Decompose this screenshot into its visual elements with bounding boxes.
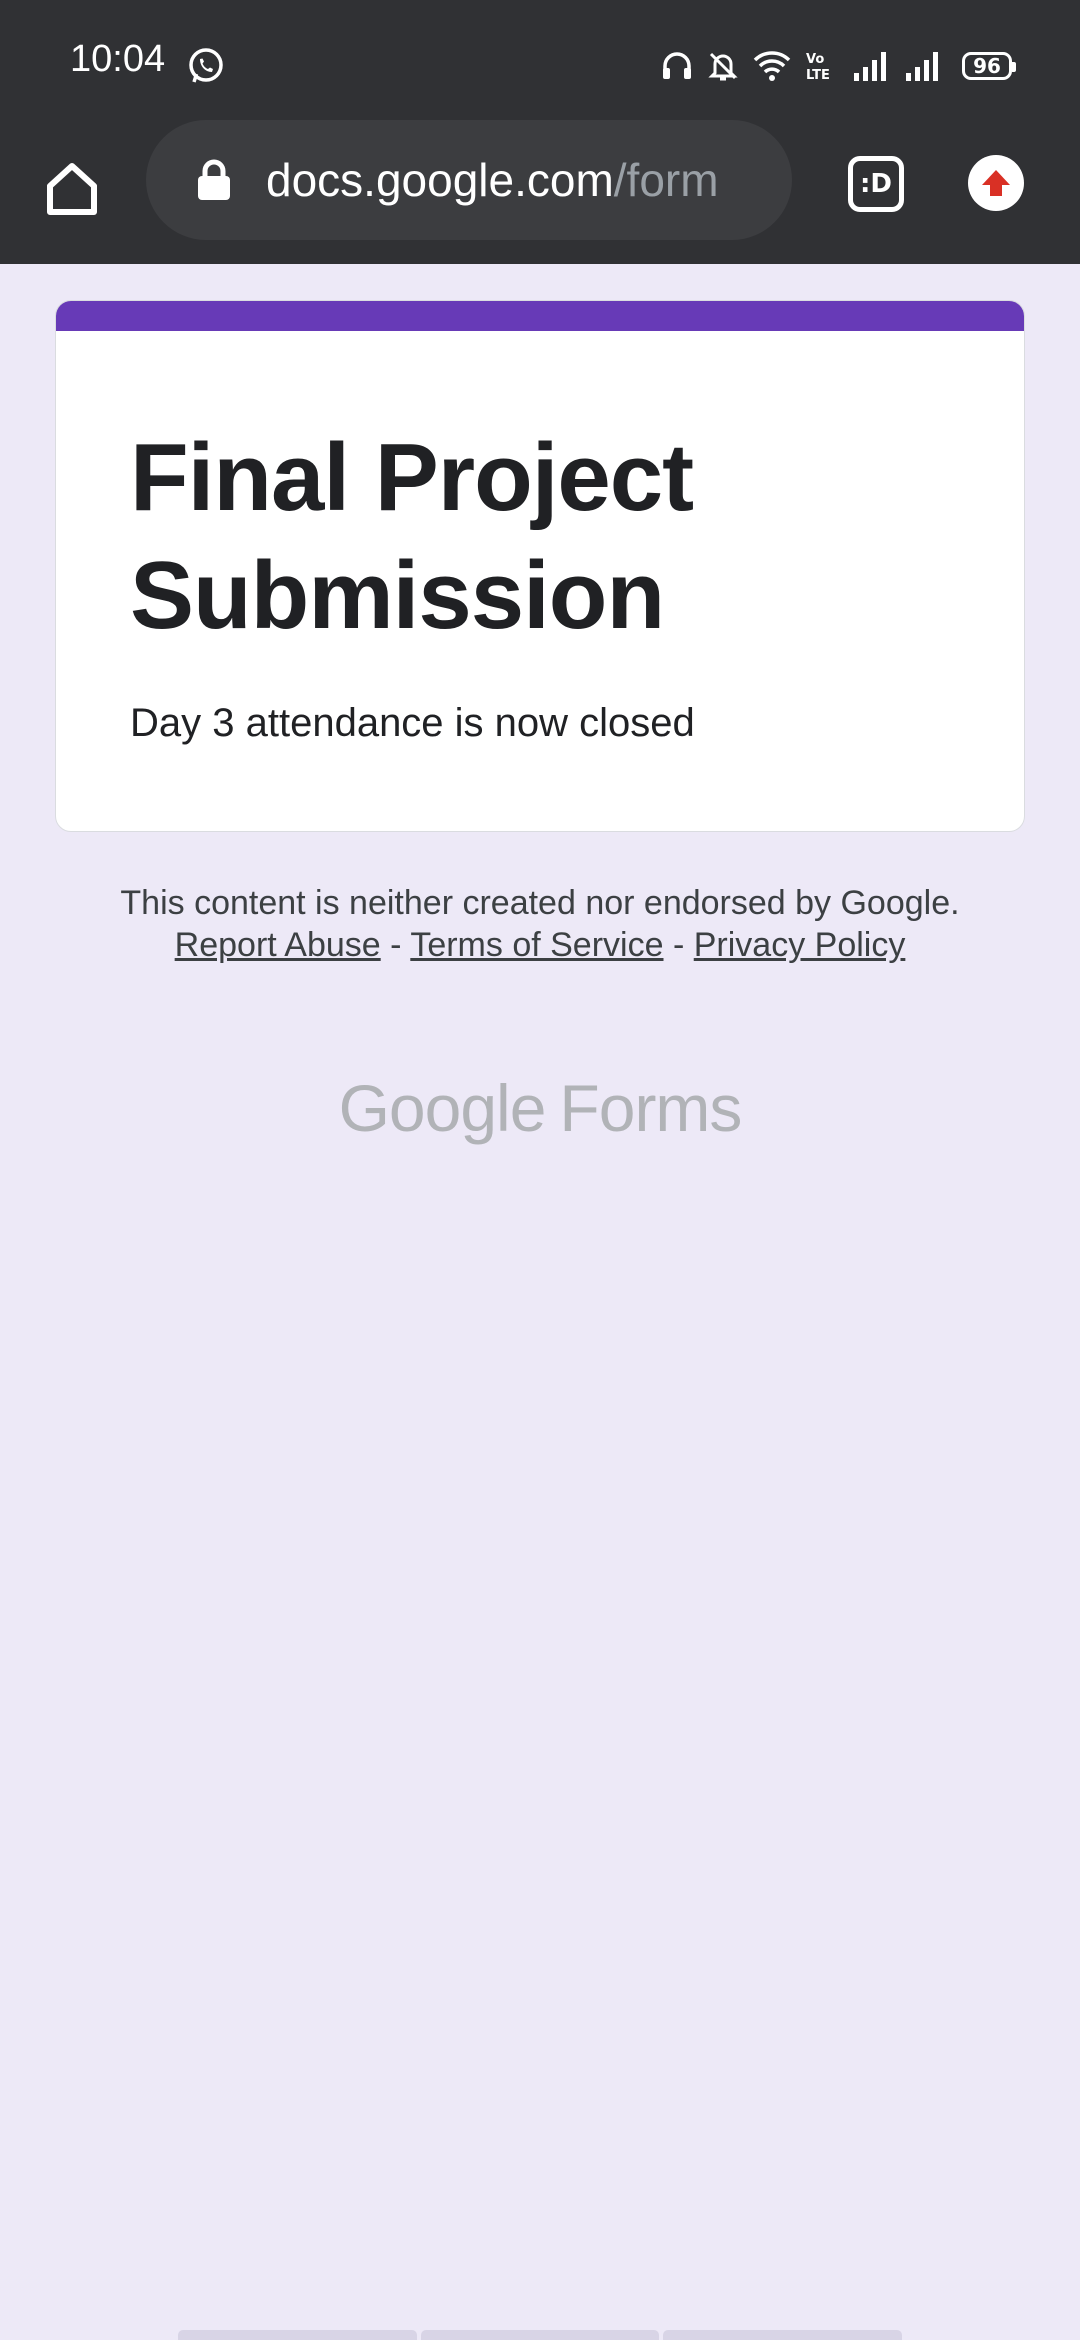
bell-off-icon xyxy=(708,52,738,81)
headphones-icon xyxy=(663,52,691,79)
form-closed-message: Day 3 attendance is now closed xyxy=(130,701,695,745)
whatsapp-icon xyxy=(189,48,223,83)
home-button[interactable] xyxy=(36,152,108,224)
google-forms-logo[interactable]: Google Forms xyxy=(0,1070,1080,1146)
wifi-icon xyxy=(753,51,791,81)
separator: - xyxy=(390,926,402,964)
report-abuse-link[interactable]: Report Abuse xyxy=(175,926,381,964)
svg-text:Vo: Vo xyxy=(806,52,824,67)
bottom-handle xyxy=(178,2330,903,2340)
logo-forms: Forms xyxy=(559,1071,742,1145)
disclaimer-text: This content is neither created nor endo… xyxy=(120,884,960,922)
url-host: docs.google.com xyxy=(266,154,614,206)
logo-google: Google xyxy=(338,1071,547,1145)
update-icon xyxy=(982,170,1010,196)
status-icons: Vo LTE 96 xyxy=(648,44,1016,88)
home-icon xyxy=(47,163,97,215)
tabs-button[interactable]: :D xyxy=(848,156,904,212)
battery-indicator: 96 xyxy=(962,52,1016,80)
status-bar: 10:04 Vo LTE 96 xyxy=(0,0,1080,120)
tabs-icon: :D xyxy=(860,169,892,199)
url-path: /form xyxy=(613,154,719,206)
url-text: docs.google.com/form xyxy=(266,153,719,207)
lock-icon xyxy=(198,159,230,200)
status-time: 10:04 xyxy=(70,38,166,80)
signal-icon xyxy=(854,52,886,81)
signal-icon xyxy=(906,52,938,81)
privacy-policy-link[interactable]: Privacy Policy xyxy=(694,926,906,964)
form-card: Final Project Submission Day 3 attendanc… xyxy=(55,300,1025,832)
url-bar[interactable]: docs.google.com/form xyxy=(146,120,792,240)
volte-icon: Vo LTE xyxy=(806,52,830,83)
form-title: Final Project Submission xyxy=(130,424,694,649)
battery-level: 96 xyxy=(973,54,1001,78)
disclaimer: This content is neither created nor endo… xyxy=(120,882,960,966)
separator: - xyxy=(672,926,685,964)
form-accent-bar xyxy=(56,301,1024,331)
svg-text:LTE: LTE xyxy=(806,68,830,83)
terms-of-service-link[interactable]: Terms of Service xyxy=(410,926,663,964)
update-button[interactable] xyxy=(968,155,1024,211)
browser-toolbar: docs.google.com/form :D xyxy=(0,120,1080,264)
